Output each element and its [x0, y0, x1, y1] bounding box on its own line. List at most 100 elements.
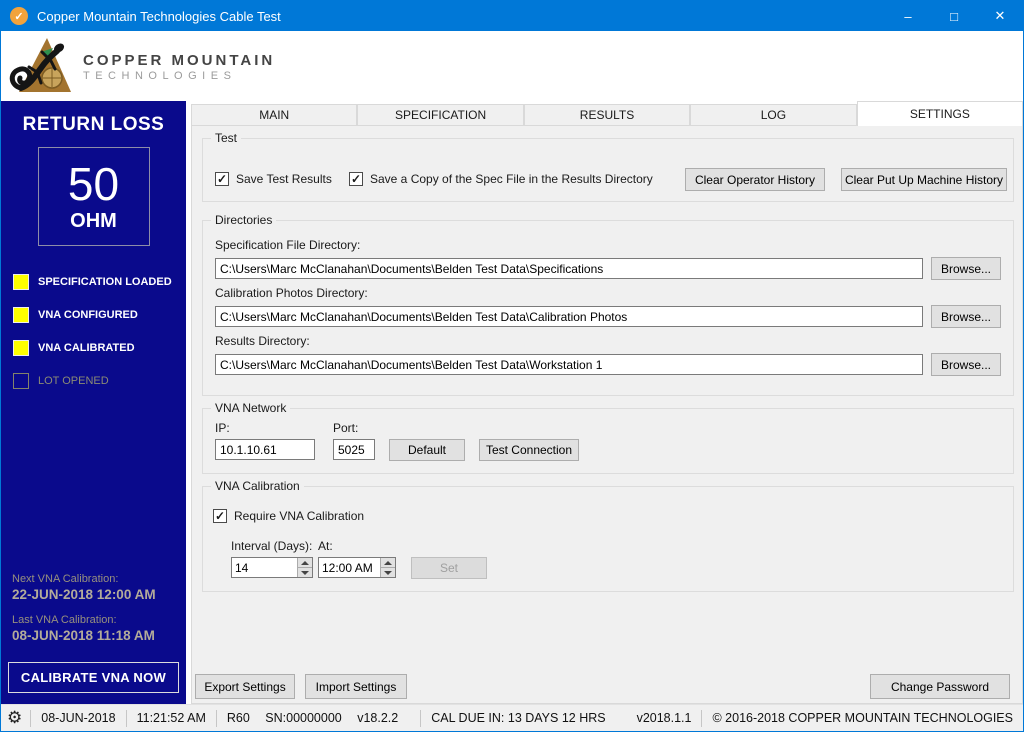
status-vna-configured: VNA CONFIGURED: [13, 306, 186, 323]
port-label: Port:: [333, 421, 359, 435]
ip-input[interactable]: [215, 439, 315, 460]
results-directory-label: Results Directory:: [215, 334, 310, 348]
specification-directory-label: Specification File Directory:: [215, 238, 361, 252]
status-date: 08-JUN-2018: [41, 711, 116, 725]
calibration-photos-directory-input[interactable]: [215, 306, 923, 327]
tab-bar: MAIN SPECIFICATION RESULTS LOG SETTINGS: [191, 101, 1023, 126]
vna-network-group-title: VNA Network: [211, 401, 291, 415]
status-time: 11:21:52 AM: [136, 711, 206, 725]
stepper-buttons: [380, 558, 395, 577]
last-cal-label: Last VNA Calibration:: [12, 614, 117, 626]
interval-days-label: Interval (Days):: [231, 539, 313, 553]
tab-results[interactable]: RESULTS: [523, 104, 691, 125]
spin-down-icon[interactable]: [381, 567, 395, 577]
maximize-icon[interactable]: □: [931, 1, 977, 31]
last-cal-value: 08-JUN-2018 11:18 AM: [12, 628, 155, 643]
status-vna-calibrated: VNA CALIBRATED: [13, 339, 186, 356]
statusbar-right: v2018.1.1 © 2016-2018 COPPER MOUNTAIN TE…: [627, 705, 1023, 731]
content-area: MAIN SPECIFICATION RESULTS LOG SETTINGS …: [191, 101, 1023, 704]
test-group-title: Test: [211, 131, 242, 145]
tab-log[interactable]: LOG: [690, 104, 857, 125]
test-group: Test Save Test Results Save a Copy of th…: [202, 131, 1014, 202]
clear-operator-history-button[interactable]: Clear Operator History: [685, 168, 825, 191]
vna-calibration-group-title: VNA Calibration: [211, 479, 304, 493]
save-spec-copy-checkbox[interactable]: Save a Copy of the Spec File in the Resu…: [349, 172, 653, 186]
status-indicator-icon: [13, 273, 29, 290]
calibration-info: Next VNA Calibration: 22-JUN-2018 12:00 …: [12, 573, 156, 655]
app-window: ✓ Copper Mountain Technologies Cable Tes…: [0, 0, 1024, 732]
tab-main[interactable]: MAIN: [191, 104, 358, 125]
default-button[interactable]: Default: [389, 439, 465, 461]
impedance-display: 50 OHM: [37, 147, 150, 246]
interval-days-stepper[interactable]: [231, 557, 313, 578]
browse-button[interactable]: Browse...: [931, 305, 1001, 328]
tab-specification[interactable]: SPECIFICATION: [357, 104, 524, 125]
set-button[interactable]: Set: [411, 557, 487, 579]
spin-up-icon[interactable]: [298, 558, 312, 567]
impedance-title: RETURN LOSS: [22, 114, 165, 135]
next-cal-value: 22-JUN-2018 12:00 AM: [12, 587, 156, 602]
titlebar: ✓ Copper Mountain Technologies Cable Tes…: [1, 1, 1023, 31]
next-cal-label: Next VNA Calibration:: [12, 573, 119, 585]
app-check-icon: ✓: [10, 7, 28, 25]
settings-panel: Test Save Test Results Save a Copy of th…: [191, 125, 1023, 704]
import-settings-button[interactable]: Import Settings: [305, 674, 407, 699]
interval-days-input[interactable]: [232, 558, 297, 577]
test-connection-button[interactable]: Test Connection: [479, 439, 579, 461]
status-cal-due: CAL DUE IN: 13 DAYS 12 HRS: [431, 711, 606, 725]
device-model: R60: [226, 711, 250, 725]
checkbox-checked-icon: [349, 172, 363, 186]
impedance-unit: OHM: [70, 209, 117, 232]
clear-put-up-machine-history-button[interactable]: Clear Put Up Machine History: [841, 168, 1007, 191]
calibration-photos-directory-label: Calibration Photos Directory:: [215, 286, 368, 300]
calibrate-vna-now-button[interactable]: CALIBRATE VNA NOW: [8, 662, 179, 693]
device-firmware: v18.2.2: [357, 711, 399, 725]
directories-group: Directories Specification File Directory…: [202, 213, 1014, 396]
port-input[interactable]: [333, 439, 375, 460]
stepper-buttons: [297, 558, 312, 577]
minimize-icon[interactable]: –: [885, 1, 931, 31]
checkbox-checked-icon: [215, 172, 229, 186]
window-title: Copper Mountain Technologies Cable Test: [37, 8, 281, 24]
gear-icon[interactable]: ⚙: [1, 708, 30, 728]
change-password-button[interactable]: Change Password: [870, 674, 1010, 699]
close-icon[interactable]: ✕: [977, 1, 1023, 31]
at-time-input[interactable]: [319, 558, 380, 577]
ip-label: IP:: [215, 421, 230, 435]
main-area: RETURN LOSS 50 OHM SPECIFICATION LOADED …: [1, 101, 1023, 704]
vna-calibration-group: VNA Calibration Require VNA Calibration …: [202, 479, 1014, 592]
status-indicator-icon: [13, 306, 29, 323]
spin-down-icon[interactable]: [298, 567, 312, 577]
require-vna-calibration-checkbox[interactable]: Require VNA Calibration: [213, 509, 364, 523]
browse-button[interactable]: Browse...: [931, 257, 1001, 280]
tab-settings[interactable]: SETTINGS: [856, 101, 1023, 126]
sidebar: RETURN LOSS 50 OHM SPECIFICATION LOADED …: [1, 101, 186, 704]
status-bar: ⚙ 08-JUN-2018 11:21:52 AM R60 SN:0000000…: [1, 704, 1023, 731]
status-device-info: R60 SN:00000000 v18.2.2: [217, 711, 420, 725]
status-list: SPECIFICATION LOADED VNA CONFIGURED VNA …: [13, 273, 186, 389]
browse-button[interactable]: Browse...: [931, 353, 1001, 376]
checkbox-checked-icon: [213, 509, 227, 523]
at-label: At:: [318, 539, 333, 553]
app-version: v2018.1.1: [636, 711, 692, 725]
spin-up-icon[interactable]: [381, 558, 395, 567]
impedance-value: 50: [67, 157, 120, 210]
status-specification-loaded: SPECIFICATION LOADED: [13, 273, 186, 290]
save-test-results-checkbox[interactable]: Save Test Results: [215, 172, 332, 186]
at-time-stepper[interactable]: [318, 557, 396, 578]
status-indicator-icon: [13, 339, 29, 356]
specification-directory-input[interactable]: [215, 258, 923, 279]
vna-network-group: VNA Network IP: Port: Default Test Conne…: [202, 401, 1014, 474]
logo-title: COPPER MOUNTAIN: [83, 52, 276, 69]
status-indicator-icon: [13, 372, 29, 389]
directories-group-title: Directories: [211, 213, 277, 227]
copyright-text: © 2016-2018 COPPER MOUNTAIN TECHNOLOGIES: [712, 711, 1013, 725]
window-controls: – □ ✕: [885, 1, 1023, 31]
export-settings-button[interactable]: Export Settings: [195, 674, 295, 699]
logo-subtitle: TECHNOLOGIES: [83, 70, 237, 82]
status-lot-opened: LOT OPENED: [13, 372, 186, 389]
copper-mountain-gecko-logo-icon: [9, 38, 71, 92]
logo-text: COPPER MOUNTAIN TECHNOLOGIES: [83, 52, 275, 82]
results-directory-input[interactable]: [215, 354, 923, 375]
device-serial: SN:00000000: [265, 711, 342, 725]
